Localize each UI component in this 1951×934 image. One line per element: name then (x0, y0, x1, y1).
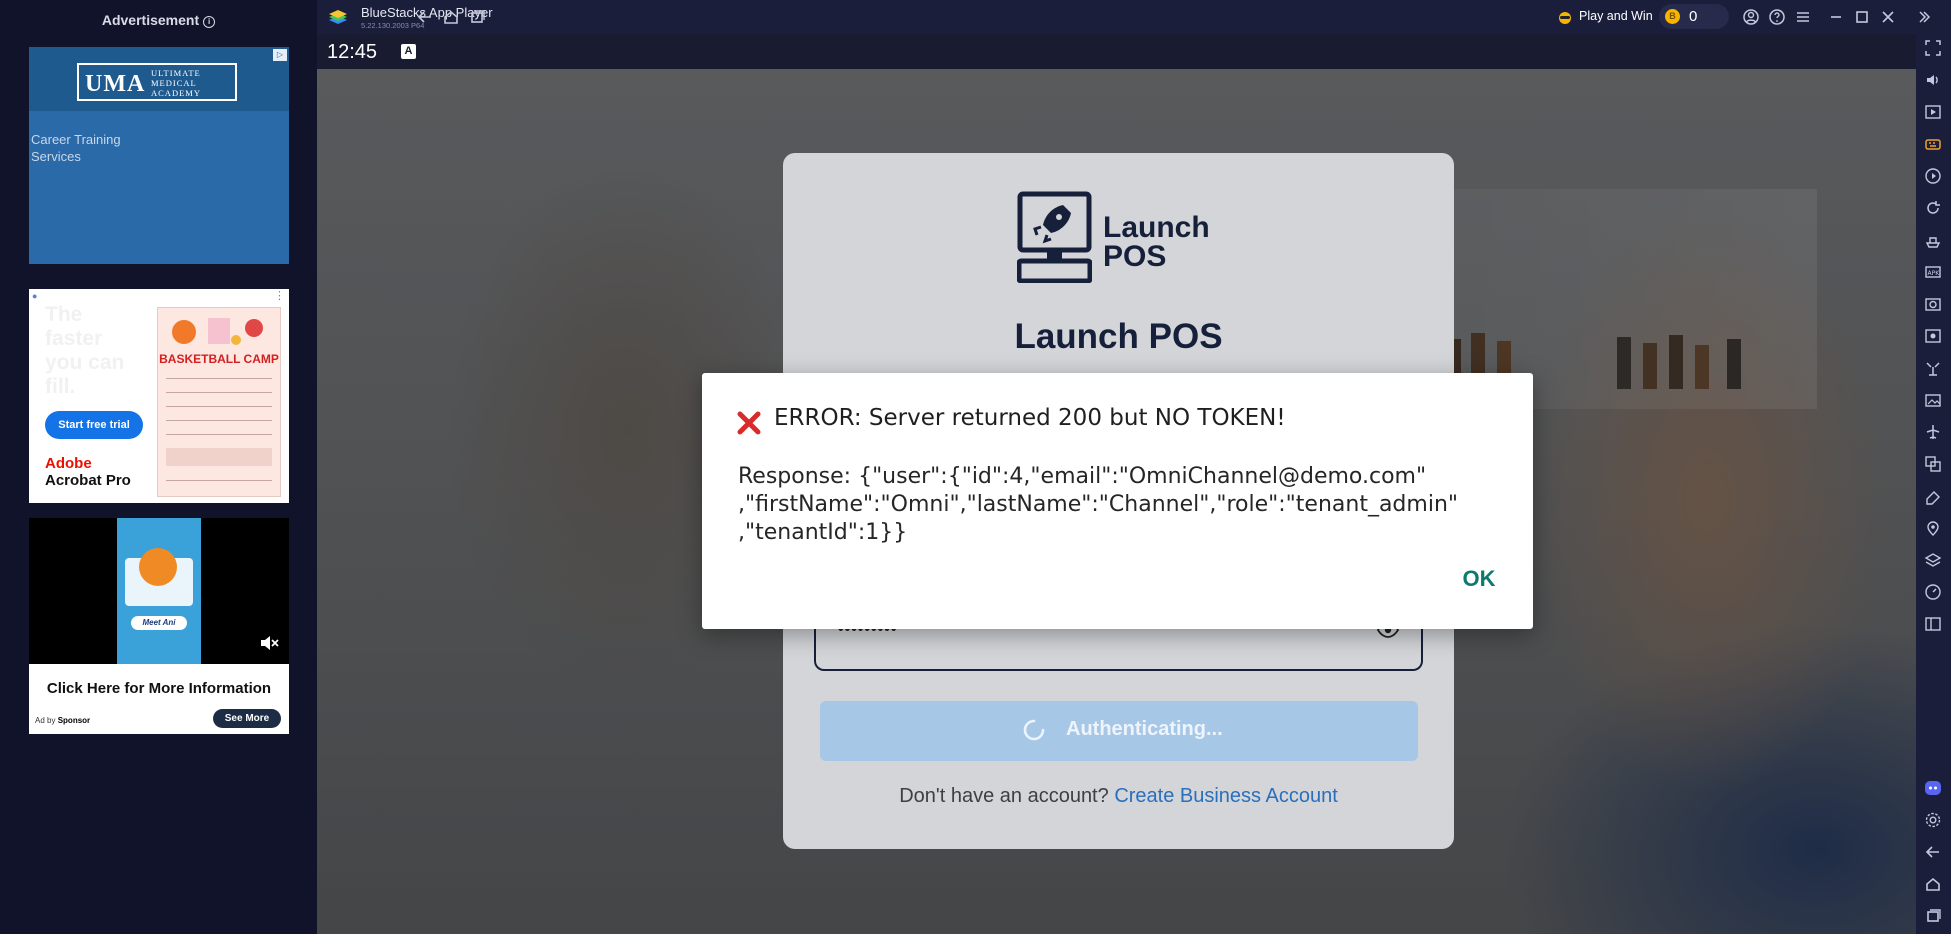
collapse-sidebar-icon[interactable] (1917, 8, 1935, 26)
sync-icon[interactable] (1924, 199, 1942, 217)
ad-panel: Advertisement i UMA ULTIMATE MEDICAL ACAD… (0, 0, 317, 934)
minimize-icon[interactable] (1827, 8, 1845, 26)
location-icon[interactable] (1924, 519, 1942, 537)
sidebar-home-icon[interactable] (1924, 875, 1942, 893)
poster-title: BASKETBALL CAMP (159, 352, 279, 366)
basketball-icon (172, 318, 263, 345)
apk-install-icon[interactable]: APK (1924, 263, 1942, 281)
info-icon[interactable]: i (203, 16, 216, 28)
volume-icon[interactable] (1924, 71, 1942, 89)
ad-privacy-icon[interactable]: ● (32, 291, 37, 301)
eco-mode-icon[interactable] (1924, 231, 1942, 249)
sidebar-recents-icon[interactable] (1924, 907, 1942, 925)
menu-icon[interactable] (1794, 8, 1812, 26)
uma-logo-abbr: UMA (85, 71, 146, 97)
back-icon[interactable] (416, 8, 434, 26)
error-x-icon (737, 411, 761, 435)
signup-row: Don't have an account? Create Business A… (783, 785, 1454, 808)
ad-banner-adobe[interactable]: ● ⋮ The faster you can fill. Start free … (29, 289, 289, 503)
ad-video-player[interactable]: Meet Ani (29, 518, 289, 664)
ad-panel-title: Advertisement i (0, 12, 317, 28)
dialog-message: Response: {"user":{"id":4,"email":"OmniC… (738, 463, 1498, 547)
fullscreen-icon[interactable] (1924, 39, 1942, 57)
discord-icon[interactable] (1924, 779, 1942, 797)
ad-menu-icon[interactable]: ⋮ (274, 289, 285, 302)
logo-wordmark: Launch POS (1103, 211, 1210, 273)
home-icon[interactable] (442, 8, 460, 26)
close-icon[interactable] (1879, 8, 1897, 26)
character-illustration (139, 548, 177, 586)
ad-banner-video[interactable]: Meet Ani Click Here for More Information… (29, 518, 289, 734)
coin-balance[interactable]: B 0 (1659, 4, 1729, 29)
page-title: Launch POS (1014, 317, 1223, 356)
sidebar-back-icon[interactable] (1924, 843, 1942, 861)
media-icon[interactable] (1924, 103, 1942, 121)
create-business-account-link[interactable]: Create Business Account (1114, 785, 1337, 807)
layers-icon[interactable] (1924, 551, 1942, 569)
screenshot-icon[interactable] (1924, 295, 1942, 313)
maximize-icon[interactable] (1853, 8, 1871, 26)
authenticate-button-label: Authenticating... (1066, 718, 1223, 740)
multi-instance-icon[interactable] (1924, 455, 1942, 473)
bluestacks-logo-icon (329, 10, 347, 24)
uma-logo: UMA ULTIMATE MEDICAL ACADEMY (77, 63, 237, 101)
status-clock: 12:45 (327, 41, 378, 63)
dialog-message-line: Response: {"user":{"id":4,"email":"OmniC… (738, 464, 1427, 489)
android-screen: Launch POS Launch POS ••••••••• Authenti… (317, 69, 1916, 934)
bluestacks-sidebar: APK (1916, 34, 1951, 934)
keyboard-controls-icon[interactable] (1924, 135, 1942, 153)
ad-attribution: Ad by Sponsor (35, 716, 91, 725)
android-status-bar: 12:45 A (317, 34, 1916, 69)
ad-cta-text[interactable]: Click Here for More Information (29, 680, 289, 697)
help-icon[interactable] (1768, 8, 1786, 26)
basketball-camp-form-image: BASKETBALL CAMP (157, 307, 281, 497)
ad-banner-text: Career Training Services (31, 132, 121, 164)
ad-video-frame: Meet Ani (117, 518, 201, 664)
settings-gear-icon[interactable] (1924, 811, 1942, 829)
uma-logo-name: ULTIMATE MEDICAL ACADEMY (151, 68, 201, 98)
dialog-message-line: ,"firstName":"Omni","lastName":"Channel"… (738, 492, 1459, 517)
bluestacks-title-bar: BlueStacks App Player 5.22.130.2003 P64 … (317, 0, 1951, 34)
media-folder-icon[interactable] (1924, 391, 1942, 409)
signup-prompt: Don't have an account? (899, 785, 1109, 807)
dialog-title: ERROR: Server returned 200 but NO TOKEN! (774, 405, 1286, 431)
ad-banner-header: UMA ULTIMATE MEDICAL ACADEMY (29, 47, 289, 111)
app-version: 5.22.130.2003 P64 (361, 21, 425, 30)
ad-video-tag: Meet Ani (131, 616, 187, 630)
see-more-button[interactable]: See More (213, 709, 281, 728)
play-and-win-label: Play and Win (1579, 9, 1653, 23)
shake-icon[interactable] (1924, 359, 1942, 377)
recent-apps-icon[interactable] (468, 8, 486, 26)
svg-text:APK: APK (1928, 270, 1941, 277)
ad-tagline: The faster you can fill. (45, 303, 125, 398)
airplane-mode-icon[interactable] (1924, 423, 1942, 441)
ad-product-name: Acrobat Pro (45, 472, 131, 489)
loading-spinner-icon (1023, 719, 1045, 741)
side-panel-icon[interactable] (1924, 615, 1942, 633)
authenticate-button[interactable]: Authenticating... (820, 701, 1418, 761)
ad-brand-name: Adobe (45, 455, 92, 472)
dialog-message-line: ,"tenantId":1}} (738, 520, 908, 545)
coin-count: 0 (1689, 8, 1698, 25)
performance-icon[interactable] (1924, 583, 1942, 601)
mute-icon[interactable] (259, 634, 279, 652)
logo-wordmark-line2: POS (1103, 240, 1167, 273)
account-icon[interactable] (1742, 8, 1760, 26)
error-dialog: ERROR: Server returned 200 but NO TOKEN!… (702, 373, 1533, 629)
notification-icon: A (401, 44, 416, 59)
eraser-icon[interactable] (1924, 487, 1942, 505)
start-free-trial-button[interactable]: Start free trial (45, 411, 143, 439)
coin-icon: B (1665, 9, 1680, 24)
screen-record-icon[interactable] (1924, 327, 1942, 345)
ad-banner-uma[interactable]: UMA ULTIMATE MEDICAL ACADEMY ▷ Career Tr… (29, 47, 289, 264)
rocket-monitor-logo-icon (1017, 191, 1092, 283)
ad-choices-icon[interactable]: ▷ (273, 49, 287, 61)
play-and-win-icon (1559, 12, 1571, 24)
macro-icon[interactable] (1924, 167, 1942, 185)
logo-wordmark-line1: Launch (1103, 211, 1210, 244)
ok-button[interactable]: OK (1451, 561, 1507, 597)
